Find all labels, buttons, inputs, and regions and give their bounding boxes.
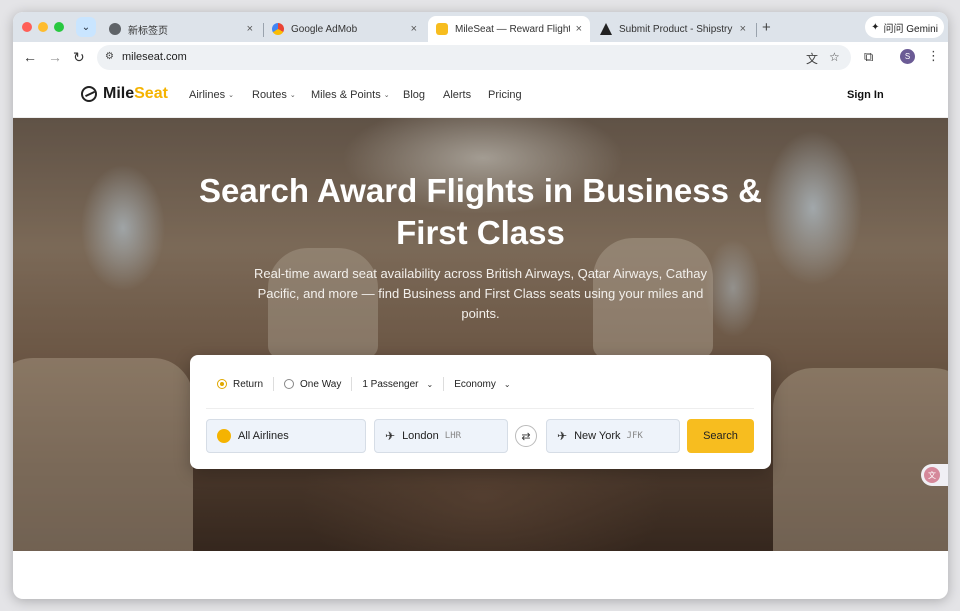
profile-avatar[interactable]: S [900, 49, 915, 64]
chevron-down-icon[interactable]: ⌄ [504, 380, 511, 389]
site-header: MileSeat Airlines ⌄ Routes ⌄ Miles & Point… [13, 73, 948, 118]
return-radio[interactable] [217, 379, 227, 389]
divider [351, 377, 353, 391]
translate-bubble-icon: 文 [924, 467, 940, 483]
globe-icon [217, 429, 231, 443]
tab-title: MileSeat — Reward Flight Availability [455, 23, 570, 35]
airline-value: All Airlines [238, 430, 289, 442]
floating-translate-badge[interactable]: 文 [921, 464, 948, 486]
tab-strip: ⌄ 新标签页 × Google AdMob × MileSeat — Rewar… [13, 12, 948, 42]
divider [443, 377, 445, 391]
nav-airlines[interactable]: Airlines ⌄ [189, 89, 234, 101]
nav-alerts[interactable]: Alerts [443, 89, 471, 101]
gemini-button[interactable]: ✦ 问问 Gemini [865, 16, 944, 38]
tab-title: Google AdMob [291, 23, 358, 35]
hero-title: Search Award Flights in Business & First… [199, 172, 762, 251]
tab-close-icon[interactable]: × [247, 23, 253, 35]
chrome-icon [109, 23, 121, 35]
minimize-window-button[interactable] [38, 22, 48, 32]
search-button[interactable]: Search [687, 419, 754, 453]
logo-text: MileSeat [103, 85, 168, 102]
divider [273, 377, 275, 391]
tab-title: Submit Product - Shipstry [619, 23, 733, 35]
nav-blog[interactable]: Blog [403, 89, 425, 101]
address-bar[interactable]: ⚙ mileseat.com 文 ☆ [97, 45, 851, 70]
chevron-down-icon: ⌄ [81, 21, 91, 33]
logo-mark-icon [81, 86, 97, 102]
swap-airports-button[interactable]: ⇄ [515, 425, 537, 447]
card-divider [206, 408, 754, 409]
site-logo[interactable]: MileSeat [81, 85, 168, 103]
nav-routes[interactable]: Routes ⌄ [252, 89, 296, 101]
sparkle-icon: ✦ [871, 21, 880, 33]
return-label[interactable]: Return [233, 379, 263, 390]
plane-landing-icon: ✈ [557, 429, 568, 443]
passenger-select[interactable]: 1 Passenger [362, 379, 418, 390]
browser-tab[interactable]: Submit Product - Shipstry × [592, 16, 754, 42]
browser-tab[interactable]: 新标签页 × [101, 16, 261, 42]
hero-subtitle: Real-time award seat availability across… [254, 266, 707, 321]
swap-icon: ⇄ [521, 430, 531, 443]
tab-title: 新标签页 [128, 25, 168, 37]
shipstry-icon [600, 23, 612, 35]
destination-input[interactable]: ✈ New York JFK [546, 419, 680, 453]
origin-city: London [402, 430, 439, 442]
sign-in-link[interactable]: Sign In [847, 89, 884, 101]
chevron-down-icon: ⌄ [289, 92, 296, 99]
nav-label: Blog [403, 89, 426, 101]
nav-label: Alerts [443, 89, 472, 101]
reload-icon[interactable]: ↻ [73, 49, 85, 66]
close-window-button[interactable] [22, 22, 32, 32]
browser-toolbar: ← → ↻ ⚙ mileseat.com 文 ☆ ⧉ S ⋮ [13, 42, 948, 73]
nav-label: Miles & Points [311, 89, 381, 101]
browser-window: ⌄ 新标签页 × Google AdMob × MileSeat — Rewar… [13, 12, 948, 599]
nav-label: Pricing [488, 89, 522, 101]
origin-code: LHR [444, 431, 462, 441]
admob-icon [272, 23, 284, 35]
forward-icon[interactable]: → [48, 49, 62, 65]
back-icon[interactable]: ← [23, 49, 37, 65]
tab-close-icon[interactable]: × [411, 23, 417, 35]
one-way-radio[interactable] [284, 379, 295, 389]
nav-pricing[interactable]: Pricing [488, 89, 522, 101]
tab-close-icon[interactable]: × [740, 23, 746, 35]
one-way-label[interactable]: One Way [300, 379, 341, 390]
origin-input[interactable]: ✈ London LHR [374, 419, 508, 453]
destination-code: JFK [626, 431, 643, 441]
search-options-row: Return One Way 1 Passenger ⌄ Economy ⌄ [217, 377, 511, 391]
chevron-down-icon: ⌄ [383, 92, 390, 99]
chevron-down-icon: ⌄ [228, 92, 234, 99]
new-tab-button[interactable]: + [762, 19, 771, 36]
maximize-window-button[interactable] [54, 22, 64, 32]
hero-section: Search Award Flights in Business & First… [13, 118, 948, 551]
tab-search-button[interactable]: ⌄ [76, 17, 96, 37]
translate-icon[interactable]: 文 [806, 50, 818, 67]
menu-kebab-icon[interactable]: ⋮ [927, 48, 940, 64]
cabin-select[interactable]: Economy [454, 379, 496, 390]
url-text[interactable]: mileseat.com [122, 51, 187, 63]
nav-label: Airlines [189, 89, 226, 101]
extensions-icon[interactable]: ⧉ [864, 49, 873, 65]
plane-takeoff-icon: ✈ [385, 429, 396, 443]
tab-separator [756, 23, 757, 37]
site-settings-icon[interactable]: ⚙ [105, 51, 114, 62]
destination-city: New York [574, 430, 621, 442]
nav-label: Routes [252, 89, 287, 101]
browser-tab[interactable]: Google AdMob × [264, 16, 425, 42]
browser-tab-active[interactable]: MileSeat — Reward Flight Availability × [428, 16, 590, 42]
search-card: Return One Way 1 Passenger ⌄ Economy ⌄ A… [190, 355, 771, 469]
chevron-down-icon[interactable]: ⌄ [426, 380, 433, 389]
airline-select[interactable]: All Airlines [206, 419, 366, 453]
mileseat-icon [436, 23, 448, 35]
nav-miles-points[interactable]: Miles & Points ⌄ [311, 89, 390, 101]
tab-close-icon[interactable]: × [576, 23, 582, 35]
gemini-label: 问问 Gemini [883, 23, 938, 35]
bookmark-star-icon[interactable]: ☆ [829, 50, 840, 64]
